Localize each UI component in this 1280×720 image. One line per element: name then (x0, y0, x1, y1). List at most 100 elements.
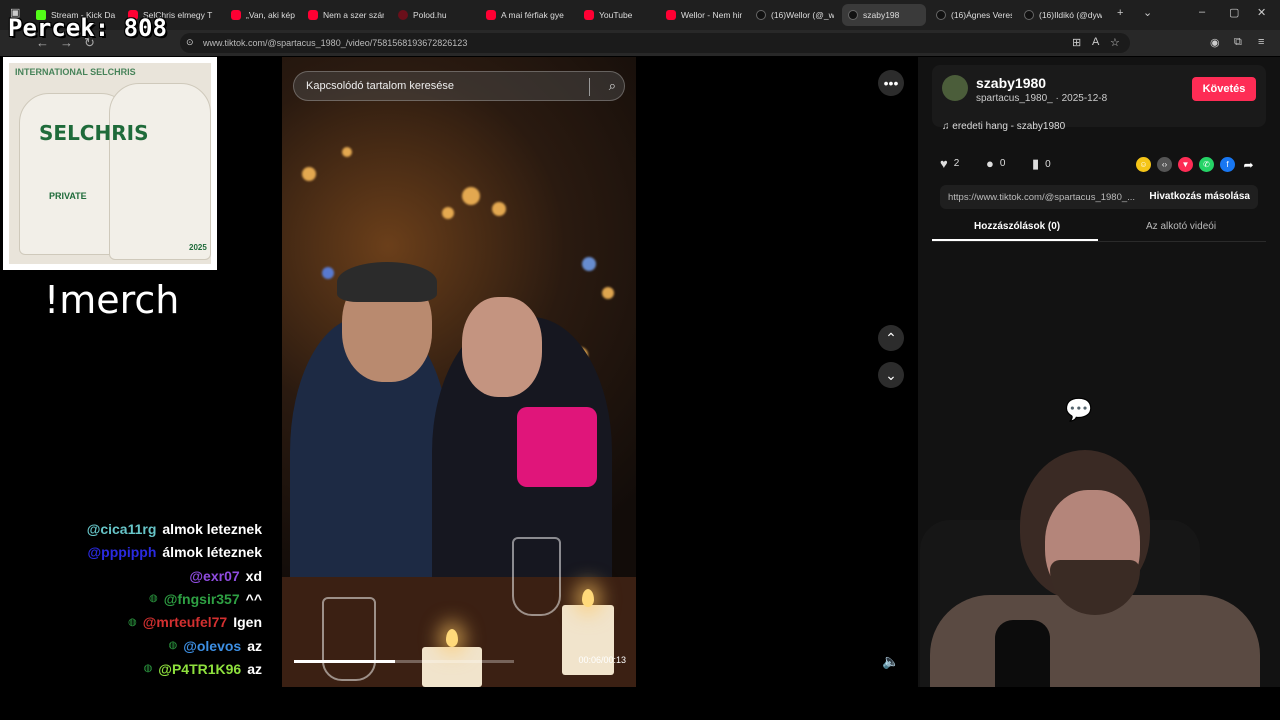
language-icon[interactable]: A (1092, 36, 1099, 48)
browser-tab[interactable]: YouTube (578, 4, 652, 26)
maximize-icon[interactable]: ▢ (1229, 6, 1239, 19)
candle-flame (582, 589, 594, 607)
heart-icon: ♥ (940, 156, 948, 171)
bokeh-light (462, 187, 480, 205)
search-placeholder: Kapcsolódó tartalom keresése (306, 80, 454, 92)
translate-icon[interactable]: ⊞ (1072, 36, 1081, 49)
subscriber-badge-icon: ◍ (168, 640, 178, 651)
tab-comments[interactable]: Hozzászólások (0) (974, 221, 1060, 232)
whatsapp-icon[interactable]: ✆ (1199, 157, 1214, 172)
browser-tab[interactable]: Wellor - Nem hin (660, 4, 742, 26)
comment-button[interactable]: ● 0 (986, 156, 1005, 171)
site-info-icon[interactable]: ⊙ (186, 37, 194, 48)
browser-tab[interactable]: A mai férfiak gye (480, 4, 570, 26)
video-progress-bar[interactable] (294, 660, 514, 663)
video-player[interactable]: Kapcsolódó tartalom keresése ⌕ 00:06/00:… (282, 57, 636, 687)
browser-tab[interactable]: (16)Ildikó (@dyw (1018, 4, 1102, 26)
facebook-icon[interactable]: f (1220, 157, 1235, 172)
share-friends-icon[interactable]: ☺ (1136, 157, 1151, 172)
browser-tab-label: szaby198 (863, 10, 900, 20)
save-count: 0 (1045, 158, 1051, 170)
yt-favicon-icon (486, 10, 496, 20)
like-count: 2 (953, 158, 960, 169)
browser-tab[interactable]: (16)Wellor (@_we (750, 4, 834, 26)
merch-brand: SELCHRIS (39, 121, 149, 145)
tt-favicon-icon (848, 10, 858, 20)
like-button[interactable]: ♥ 2 (940, 156, 959, 171)
chat-message: ◍ @mrteufel77 Igen (128, 611, 262, 633)
chat-username: @P4TR1K96 (158, 660, 242, 677)
extensions-icon[interactable]: ⧉ (1234, 36, 1242, 49)
chat-text: almok leteznek (162, 521, 262, 537)
candle (422, 647, 482, 687)
send-icon[interactable]: ▼ (1178, 157, 1193, 172)
avatar[interactable] (942, 75, 968, 101)
browser-tab-label: Polod.hu (413, 10, 447, 20)
new-tab-icon[interactable]: + (1117, 7, 1123, 19)
subscriber-badge-icon: ◍ (128, 616, 137, 628)
embed-icon[interactable]: ‹› (1157, 157, 1172, 172)
polod-favicon-icon (398, 10, 408, 20)
follow-button[interactable]: Követés (1192, 77, 1256, 101)
merch-year: 2025 (189, 243, 207, 252)
tt-favicon-icon (936, 10, 946, 20)
video-time: 00:06/00:13 (578, 655, 626, 665)
bookmark-icon: ▮ (1032, 156, 1040, 171)
chat-message: ◍ @P4TR1K96 az (144, 658, 262, 680)
address-bar: ⊙ www.tiktok.com/@spartacus_1980_/video/… (0, 30, 1280, 56)
man-cap (337, 262, 437, 302)
related-search-input[interactable]: Kapcsolódó tartalom keresése ⌕ (293, 71, 625, 101)
minimize-icon[interactable]: – (1199, 6, 1205, 18)
share-arrow-icon[interactable]: ➦ (1241, 157, 1256, 172)
chat-message: ◍ @olevos az (168, 635, 262, 657)
minutes-counter: Percek: 808 (8, 14, 167, 42)
menu-icon[interactable]: ≡ (1258, 36, 1264, 48)
tab-list-chevron-icon[interactable]: ⌄ (1143, 6, 1152, 19)
previous-video-icon[interactable]: ⌃ (878, 325, 904, 351)
music-note-icon: ♫ (942, 121, 950, 132)
yt-favicon-icon (584, 10, 594, 20)
browser-tab[interactable]: Nem a szer szám (302, 4, 384, 26)
pink-top (517, 407, 597, 487)
music-row[interactable]: ♫ eredeti hang - szaby1980 (942, 121, 1065, 132)
bokeh-light (492, 202, 506, 216)
browser-tab[interactable]: szaby198 (842, 4, 926, 26)
more-options-icon[interactable]: ••• (878, 70, 904, 96)
browser-tab-label: Wellor - Nem hin (681, 10, 742, 20)
hoodie-back (109, 83, 211, 260)
merch-top-text: INTERNATIONAL SELCHRIS (15, 67, 136, 77)
subscriber-badge-icon: ◍ (143, 663, 153, 675)
bookmark-star-icon[interactable]: ☆ (1110, 36, 1120, 49)
yt-favicon-icon (666, 10, 676, 20)
save-button[interactable]: ▮ 0 (1032, 156, 1051, 172)
browser-tab[interactable]: Polod.hu (392, 4, 474, 26)
copy-link-button[interactable]: Hivatkozás másolása (1149, 191, 1250, 202)
browser-tab-label: YouTube (599, 10, 633, 20)
video-link: https://www.tiktok.com/@spartacus_1980_.… (948, 192, 1136, 203)
close-window-icon[interactable]: ✕ (1257, 6, 1266, 19)
chat-username: @olevos (183, 637, 242, 654)
author-name[interactable]: szaby1980 (976, 75, 1046, 91)
browser-tab[interactable]: (16)Ágnes Veress (930, 4, 1012, 26)
tab-creator-videos[interactable]: Az alkotó videói (1146, 221, 1216, 232)
author-handle-date: spartacus_1980_ · 2025-12-8 (976, 93, 1108, 104)
music-label: eredeti hang - szaby1980 (952, 121, 1066, 132)
tt-favicon-icon (756, 10, 766, 20)
profile-icon[interactable]: ◉ (1210, 36, 1220, 49)
woman-face (462, 297, 542, 397)
bokeh-light (302, 167, 316, 181)
panel-tabs: Hozzászólások (0) Az alkotó videói (932, 217, 1266, 242)
author-card: szaby1980 spartacus_1980_ · 2025-12-8 Kö… (932, 65, 1266, 132)
bokeh-light (602, 287, 614, 299)
browser-tab[interactable]: „Van, aki képes el (225, 4, 295, 26)
video-progress-fill (294, 660, 396, 663)
merch-image: INTERNATIONAL SELCHRIS SELCHRIS PRIVATE … (9, 63, 211, 264)
wine-glass (322, 597, 376, 681)
browser-tab-strip: ▣ Stream - Kick Da SelChris elmegy T „Van,… (0, 0, 1280, 30)
merch-card: INTERNATIONAL SELCHRIS SELCHRIS PRIVATE … (3, 57, 217, 270)
video-link-field[interactable]: https://www.tiktok.com/@spartacus_1980_.… (940, 185, 1258, 209)
url-field[interactable]: ⊙ www.tiktok.com/@spartacus_1980_/video/… (180, 33, 1130, 53)
next-video-icon[interactable]: ⌄ (878, 362, 904, 388)
search-icon[interactable]: ⌕ (609, 78, 616, 94)
chat-message: ◍ @fngsir357 ^^ (149, 588, 262, 610)
